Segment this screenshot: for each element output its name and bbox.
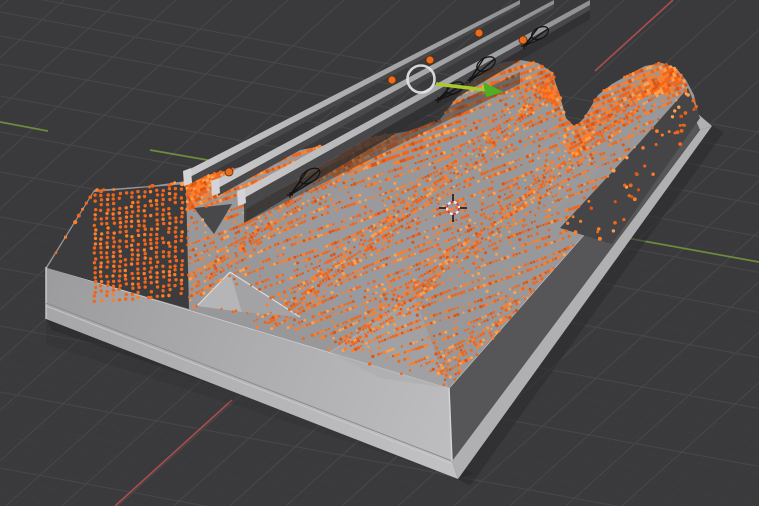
empty-point-5[interactable] <box>519 36 527 44</box>
empty-point-4[interactable] <box>475 29 483 37</box>
viewport[interactable] <box>0 0 759 506</box>
empty-point-3[interactable] <box>426 56 434 64</box>
empty-point-2[interactable] <box>388 76 396 84</box>
empty-point-1[interactable] <box>225 168 233 176</box>
rail-end-cap <box>183 168 192 186</box>
rail-end-cap <box>211 178 220 196</box>
rail-end-cap <box>237 188 246 206</box>
blender-3d-viewport[interactable] <box>0 0 759 506</box>
